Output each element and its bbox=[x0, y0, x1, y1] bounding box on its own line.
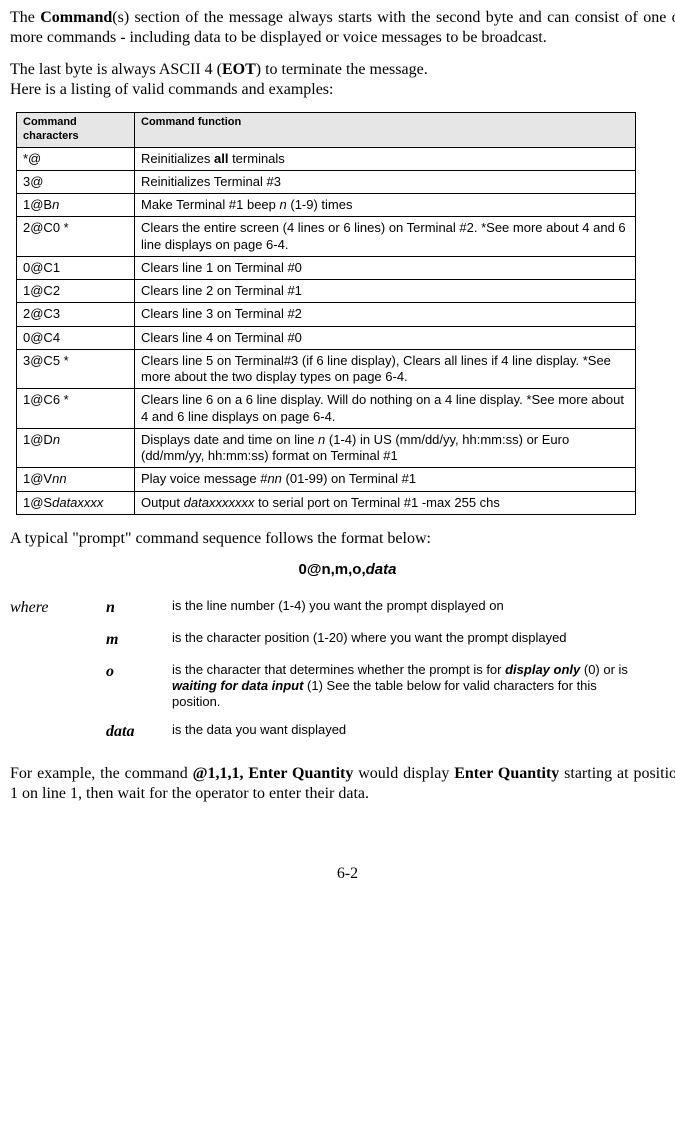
table-cell: 2@C0 * bbox=[17, 217, 135, 257]
table-row: m is the character position (1-20) where… bbox=[10, 630, 650, 662]
table-header: Command characters bbox=[17, 113, 135, 148]
table-cell: 2@C3 bbox=[17, 303, 135, 326]
table-cell: Output dataxxxxxxx to serial port on Ter… bbox=[135, 491, 636, 514]
table-row: 0@C1 Clears line 1 on Terminal #0 bbox=[17, 256, 636, 279]
table-cell: Clears line 1 on Terminal #0 bbox=[135, 256, 636, 279]
table-cell: Displays date and time on line n (1-4) i… bbox=[135, 428, 636, 468]
paragraph-command-section: The Command(s) section of the message al… bbox=[10, 8, 675, 48]
table-cell: 1@C2 bbox=[17, 280, 135, 303]
table-cell: Play voice message #nn (01-99) on Termin… bbox=[135, 468, 636, 491]
table-row: 2@C3 Clears line 3 on Terminal #2 bbox=[17, 303, 636, 326]
text-bold: Command bbox=[40, 9, 112, 26]
table-cell: 1@Sdataxxxx bbox=[17, 491, 135, 514]
text: 0@n,m,o, bbox=[299, 561, 366, 578]
text-italic: data bbox=[366, 561, 397, 578]
table-row: 1@C6 * Clears line 6 on a 6 line display… bbox=[17, 389, 636, 429]
where-label: where bbox=[10, 598, 106, 630]
table-row: o is the character that determines wheth… bbox=[10, 662, 650, 723]
table-header-row: Command characters Command function bbox=[17, 113, 636, 148]
table-cell: 0@C4 bbox=[17, 326, 135, 349]
where-desc: is the data you want displayed bbox=[172, 722, 650, 754]
paragraph-eot: The last byte is always ASCII 4 (EOT) to… bbox=[10, 60, 675, 80]
table-cell: Clears line 2 on Terminal #1 bbox=[135, 280, 636, 303]
table-cell: Clears line 6 on a 6 line display. Will … bbox=[135, 389, 636, 429]
format-example: 0@n,m,o,data bbox=[10, 561, 675, 580]
table-row: where n is the line number (1-4) you wan… bbox=[10, 598, 650, 630]
table-cell: Reinitializes all terminals bbox=[135, 147, 636, 170]
table-row: 2@C0 * Clears the entire screen (4 lines… bbox=[17, 217, 636, 257]
where-symbol: data bbox=[106, 722, 172, 754]
text-bold: @1,1,1, Enter Quantity bbox=[193, 765, 354, 782]
table-cell: *@ bbox=[17, 147, 135, 170]
table-cell: 1@Vnn bbox=[17, 468, 135, 491]
table-row: 1@Bn Make Terminal #1 beep n (1-9) times bbox=[17, 194, 636, 217]
table-row: 1@Vnn Play voice message #nn (01-99) on … bbox=[17, 468, 636, 491]
text: For example, the command bbox=[10, 765, 193, 782]
table-cell: 3@ bbox=[17, 170, 135, 193]
text-bold: Enter Quantity bbox=[454, 765, 559, 782]
where-symbol: o bbox=[106, 662, 172, 723]
where-symbol: n bbox=[106, 598, 172, 630]
table-row: 1@Dn Displays date and time on line n (1… bbox=[17, 428, 636, 468]
paragraph-example: For example, the command @1,1,1, Enter Q… bbox=[10, 764, 675, 804]
text: would display bbox=[353, 765, 454, 782]
table-row: 3@ Reinitializes Terminal #3 bbox=[17, 170, 636, 193]
table-cell: Clears line 4 on Terminal #0 bbox=[135, 326, 636, 349]
text-bold: EOT bbox=[222, 61, 256, 78]
table-header: Command function bbox=[135, 113, 636, 148]
table-cell: Clears line 5 on Terminal#3 (if 6 line d… bbox=[135, 349, 636, 389]
where-desc: is the character that determines whether… bbox=[172, 662, 650, 723]
paragraph-listing-intro: Here is a listing of valid commands and … bbox=[10, 80, 675, 100]
table-row: *@ Reinitializes all terminals bbox=[17, 147, 636, 170]
table-cell: 3@C5 * bbox=[17, 349, 135, 389]
table-cell: 1@C6 * bbox=[17, 389, 135, 429]
table-row: 1@C2 Clears line 2 on Terminal #1 bbox=[17, 280, 636, 303]
command-table: Command characters Command function *@ R… bbox=[16, 112, 636, 515]
where-table: where n is the line number (1-4) you wan… bbox=[10, 598, 650, 755]
table-cell: 1@Bn bbox=[17, 194, 135, 217]
page-number: 6-2 bbox=[10, 864, 675, 884]
table-cell: Make Terminal #1 beep n (1-9) times bbox=[135, 194, 636, 217]
paragraph-prompt-intro: A typical "prompt" command sequence foll… bbox=[10, 529, 675, 549]
where-desc: is the character position (1-20) where y… bbox=[172, 630, 650, 662]
table-cell: 1@Dn bbox=[17, 428, 135, 468]
table-cell: 0@C1 bbox=[17, 256, 135, 279]
table-row: 0@C4 Clears line 4 on Terminal #0 bbox=[17, 326, 636, 349]
table-cell: Reinitializes Terminal #3 bbox=[135, 170, 636, 193]
table-cell: Clears line 3 on Terminal #2 bbox=[135, 303, 636, 326]
where-symbol: m bbox=[106, 630, 172, 662]
table-cell: Clears the entire screen (4 lines or 6 l… bbox=[135, 217, 636, 257]
table-row: 3@C5 * Clears line 5 on Terminal#3 (if 6… bbox=[17, 349, 636, 389]
text: The bbox=[10, 9, 40, 26]
text: The last byte is always ASCII 4 ( bbox=[10, 61, 222, 78]
table-row: data is the data you want displayed bbox=[10, 722, 650, 754]
text: ) to terminate the message. bbox=[256, 61, 428, 78]
table-row: 1@Sdataxxxx Output dataxxxxxxx to serial… bbox=[17, 491, 636, 514]
where-desc: is the line number (1-4) you want the pr… bbox=[172, 598, 650, 630]
